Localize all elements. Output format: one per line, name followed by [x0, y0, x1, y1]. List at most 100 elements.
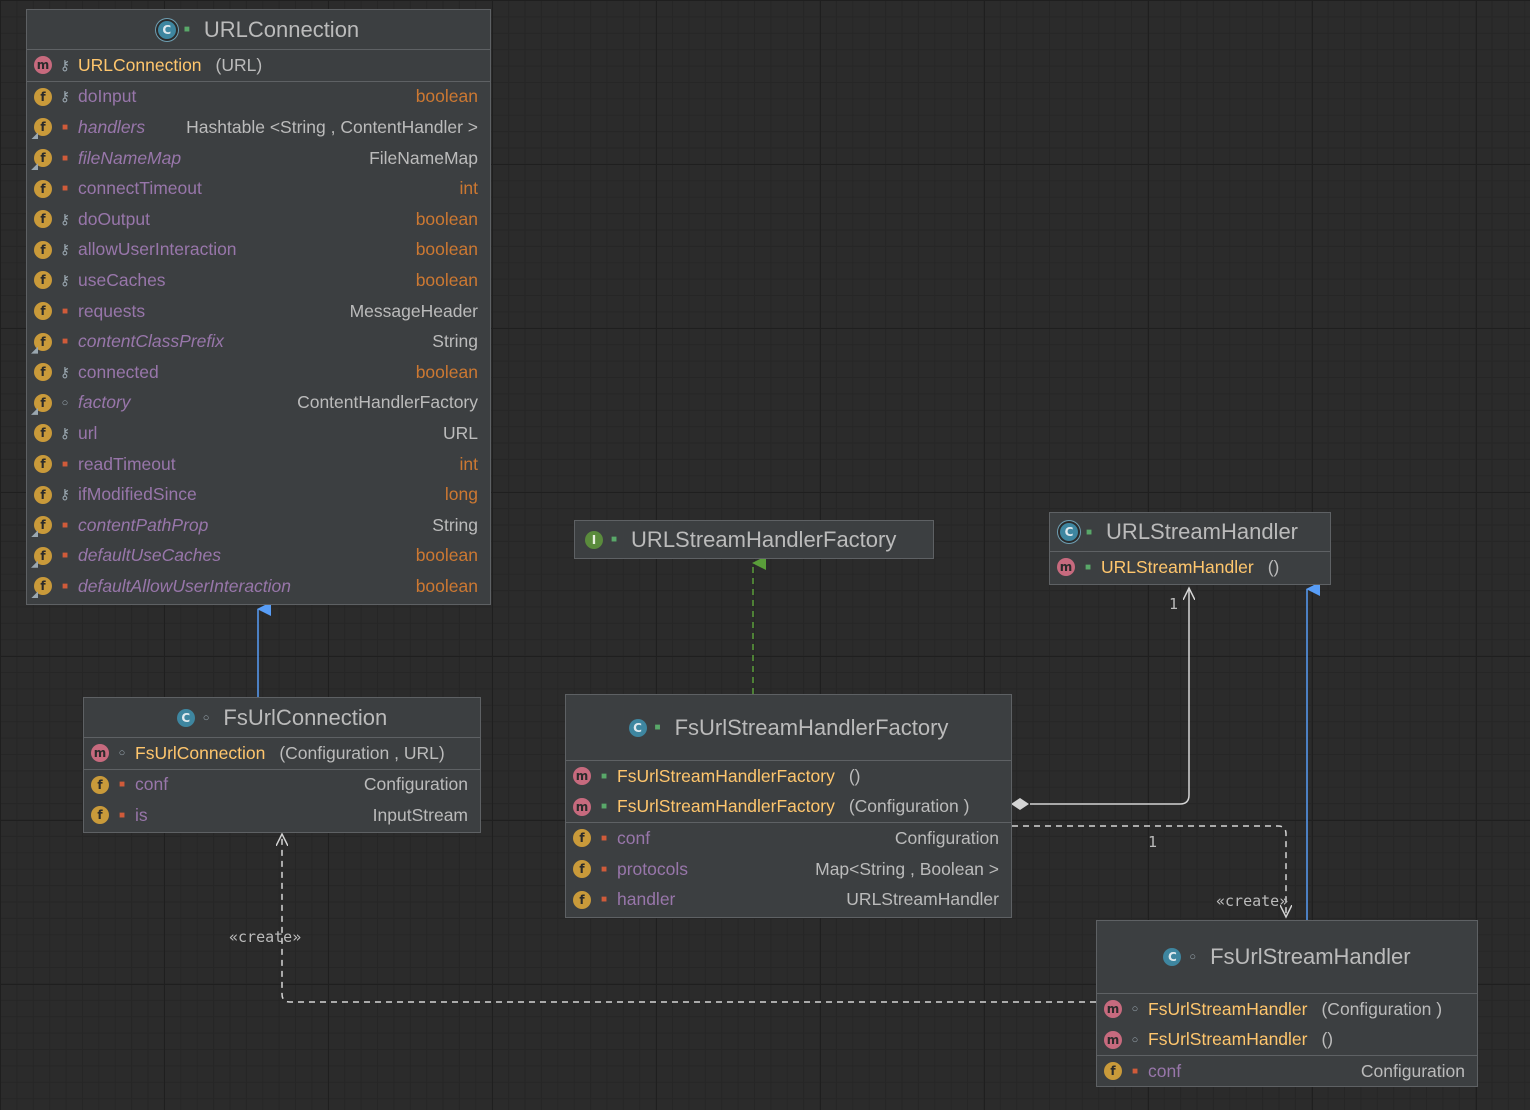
field-type: Configuration: [1360, 1060, 1465, 1081]
interface-node-urlstreamhandlerfactory[interactable]: I ■ URLStreamHandlerFactory: [574, 520, 934, 559]
constructors-section: m ○ FsUrlStreamHandler (Configuration ) m ○ Fs…: [1097, 994, 1477, 1057]
field-row[interactable]: f ■ handlers Hashtable <String , ContentHan…: [27, 112, 490, 143]
package-icon: ○: [1131, 1033, 1139, 1046]
constructor-row[interactable]: m ○ FsUrlStreamHandler (): [1097, 1025, 1477, 1056]
field-type: Map<String , Boolean >: [815, 858, 999, 879]
constructors-section: m ■ URLStreamHandler (): [1050, 552, 1330, 583]
edge-multiplicity-label: 1: [1169, 595, 1179, 613]
lock-icon: ■: [1131, 1065, 1139, 1077]
interface-icon: I: [585, 530, 603, 549]
lock-icon: ■: [118, 779, 126, 791]
field-icon: f: [573, 829, 591, 848]
edge-stereotype-label: «create»: [229, 928, 302, 946]
class-name: URLStreamHandlerFactory: [631, 526, 897, 552]
field-row[interactable]: f ■ fileNameMap FileNameMap: [27, 143, 490, 174]
constructor-name: FsUrlStreamHandlerFactory: [617, 796, 835, 817]
field-name: requests: [78, 300, 146, 321]
field-row[interactable]: f ⚷ allowUserInteraction boolean: [27, 235, 490, 266]
class-node-fsurlstreamhandler[interactable]: C ○ FsUrlStreamHandler m ○ FsUrlStreamHandle…: [1096, 920, 1478, 1087]
field-name: contentPathProp: [78, 514, 209, 535]
field-icon: f: [34, 271, 52, 290]
constructor-name: URLStreamHandler: [1101, 556, 1254, 577]
field-row[interactable]: f ■ defaultUseCaches boolean: [27, 541, 490, 572]
field-row[interactable]: f ■ conf Configuration: [1097, 1056, 1477, 1087]
constructor-name: FsUrlStreamHandler: [1148, 998, 1308, 1019]
field-type: boolean: [415, 269, 478, 290]
field-name: fileNameMap: [78, 147, 182, 168]
constructor-row[interactable]: m ○ FsUrlConnection (Configuration , URL): [84, 738, 480, 769]
public-icon: ■: [183, 24, 190, 35]
constructors-section: m ⚷ URLConnection (URL): [27, 50, 490, 82]
field-row[interactable]: f ■ requests MessageHeader: [27, 296, 490, 327]
field-name: handlers: [78, 116, 146, 137]
field-type: Hashtable <String , ContentHandler >: [186, 116, 478, 137]
method-icon: m: [1057, 558, 1075, 577]
class-node-fsurlconnection[interactable]: C ○ FsUrlConnection m ○ FsUrlConnection (Conf…: [83, 697, 481, 833]
class-name: URLConnection: [203, 16, 360, 42]
constructor-row[interactable]: m ○ FsUrlStreamHandler (Configuration ): [1097, 994, 1477, 1025]
composition-diamond: [1011, 798, 1029, 810]
field-row[interactable]: f ■ readTimeout int: [27, 449, 490, 480]
lock-icon: ■: [61, 305, 69, 317]
method-icon: m: [573, 767, 591, 786]
field-row[interactable]: f ■ is InputStream: [84, 800, 480, 831]
static-field-icon: f: [34, 577, 52, 596]
node-header: C ■ FsUrlStreamHandlerFactory: [566, 695, 1011, 761]
fields-section: f ■ conf Configuration f ■ protocols Map<String…: [566, 823, 1011, 915]
field-row[interactable]: f ⚷ doOutput boolean: [27, 204, 490, 235]
field-name: connected: [78, 361, 159, 382]
public-icon: ■: [1086, 526, 1093, 538]
class-icon: C: [176, 708, 195, 727]
field-row[interactable]: f ■ contentPathProp String: [27, 510, 490, 541]
constructor-row[interactable]: m ■ FsUrlStreamHandlerFactory (Configuratio…: [566, 792, 1011, 823]
field-row[interactable]: f ⚷ doInput boolean: [27, 82, 490, 113]
package-icon: ○: [1131, 1003, 1139, 1016]
field-name: protocols: [617, 858, 689, 879]
field-type: URL: [442, 422, 478, 443]
field-row[interactable]: f ■ conf Configuration: [84, 770, 480, 801]
package-icon: ○: [61, 396, 69, 409]
field-row[interactable]: f ■ defaultAllowUserInteraction boolean: [27, 571, 490, 602]
field-icon: f: [34, 424, 52, 443]
field-icon: f: [34, 179, 52, 198]
field-row[interactable]: f ■ protocols Map<String , Boolean >: [566, 854, 1011, 885]
class-node-fsurlstreamhandlerfactory[interactable]: C ■ FsUrlStreamHandlerFactory m ■ FsUrlStrea…: [565, 694, 1012, 918]
field-row[interactable]: f ⚷ url URL: [27, 418, 490, 449]
node-header: I ■ URLStreamHandlerFactory: [575, 521, 933, 558]
constructor-params: (Configuration ): [1321, 998, 1443, 1019]
field-row[interactable]: f ⚷ connected boolean: [27, 357, 490, 388]
unlock-icon: ■: [600, 770, 608, 782]
constructor-row[interactable]: m ⚷ URLConnection (URL): [27, 50, 490, 81]
field-row[interactable]: f ⚷ useCaches boolean: [27, 265, 490, 296]
constructor-params: (): [1321, 1029, 1334, 1050]
field-icon: f: [34, 485, 52, 504]
field-row[interactable]: f ■ connectTimeout int: [27, 173, 490, 204]
field-name: conf: [1148, 1060, 1182, 1081]
edge-multiplicity-label: 1: [1148, 833, 1158, 851]
class-node-urlconnection[interactable]: C ■ URLConnection m ⚷ URLConnection (URL) f ⚷ d…: [26, 9, 491, 605]
class-node-urlstreamhandler[interactable]: C ■ URLStreamHandler m ■ URLStreamHandler (): [1049, 512, 1331, 585]
constructor-row[interactable]: m ■ FsUrlStreamHandlerFactory (): [566, 761, 1011, 792]
field-type: long: [444, 484, 478, 505]
field-icon: f: [34, 363, 52, 382]
field-type: boolean: [415, 361, 478, 382]
field-icon: f: [573, 890, 591, 909]
constructor-row[interactable]: m ■ URLStreamHandler (): [1050, 552, 1330, 583]
field-icon: f: [573, 860, 591, 879]
field-type: InputStream: [372, 804, 468, 825]
lock-icon: ■: [600, 894, 608, 906]
package-icon: ○: [202, 711, 210, 724]
field-row[interactable]: f ■ contentClassPrefix String: [27, 326, 490, 357]
field-icon: f: [91, 806, 109, 825]
field-icon: f: [34, 210, 52, 229]
lock-icon: ■: [600, 832, 608, 844]
field-row[interactable]: f ○ factory ContentHandlerFactory: [27, 388, 490, 419]
field-row[interactable]: f ⚷ ifModifiedSince long: [27, 479, 490, 510]
fields-section: f ■ conf Configuration: [1097, 1056, 1477, 1087]
class-name: FsUrlConnection: [223, 704, 388, 730]
field-name: contentClassPrefix: [78, 331, 224, 352]
field-type: boolean: [415, 86, 478, 107]
field-name: defaultAllowUserInteraction: [78, 575, 292, 596]
field-row[interactable]: f ■ conf Configuration: [566, 823, 1011, 854]
field-row[interactable]: f ■ handler URLStreamHandler: [566, 884, 1011, 915]
